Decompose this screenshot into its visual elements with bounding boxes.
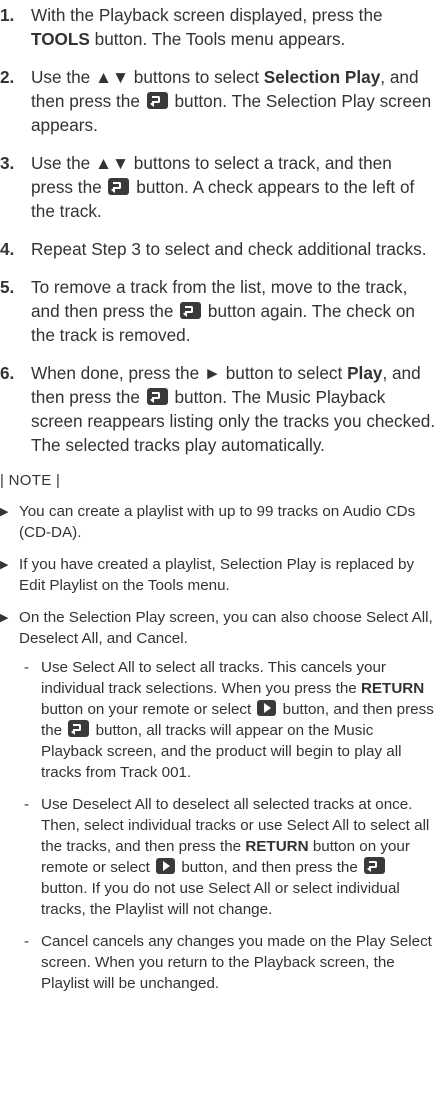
bullet-icon: ▶ — [0, 612, 9, 624]
text-run: Cancel cancels any changes you made on t… — [41, 933, 432, 992]
steps-list: 1. With the Playback screen displayed, p… — [0, 3, 436, 457]
step-number: 3. — [0, 153, 15, 173]
enter-icon — [364, 857, 386, 874]
step-text: To remove a track from the list, move to… — [31, 275, 436, 347]
play-icon — [156, 858, 176, 874]
sub-item-deselect-all: - Use Deselect All to deselect all selec… — [19, 794, 436, 920]
text-run: button. The Tools menu appears. — [89, 29, 346, 49]
step-text: With the Playback screen displayed, pres… — [31, 3, 436, 51]
text-run: button, all tracks will appear on the Mu… — [41, 722, 402, 781]
step-number: 5. — [0, 277, 15, 297]
selection-play-label: Selection Play — [263, 67, 381, 87]
return-button-label: RETURN — [360, 680, 425, 697]
sub-text: Cancel cancels any changes you made on t… — [41, 931, 436, 994]
text-run: With the Playback screen displayed, pres… — [31, 5, 383, 25]
note-item: ▶ On the Selection Play screen, you can … — [0, 607, 436, 1005]
step-number: 1. — [0, 5, 15, 25]
dash-marker: - — [24, 659, 30, 676]
text-run: When done, press the ► button to select — [31, 363, 348, 383]
enter-icon — [146, 388, 168, 405]
enter-icon — [108, 178, 130, 195]
sub-text: Use Deselect All to deselect all selecte… — [41, 794, 436, 920]
note-text: You can create a playlist with up to 99 … — [19, 503, 416, 541]
note-text-block: On the Selection Play screen, you can al… — [19, 607, 436, 1005]
play-icon — [257, 700, 277, 716]
step-text: Use the ▲▼ buttons to select a track, an… — [31, 151, 436, 223]
text-run: button, and then press the — [177, 859, 363, 876]
note-item: ▶ If you have created a playlist, Select… — [0, 554, 436, 596]
step-number: 2. — [0, 67, 15, 87]
enter-icon — [146, 92, 168, 109]
step-number: 6. — [0, 363, 15, 383]
sub-list: - Use Select All to select all tracks. T… — [19, 657, 436, 994]
tools-button-label: TOOLS — [31, 29, 90, 49]
note-text: On the Selection Play screen, you can al… — [19, 609, 433, 647]
text-run: Repeat Step 3 to select and check additi… — [31, 239, 427, 259]
return-button-label: RETURN — [245, 838, 309, 855]
step-3: 3. Use the ▲▼ buttons to select a track,… — [0, 151, 436, 223]
text-run: Use the ▲▼ buttons to select — [31, 67, 264, 87]
manual-page: 1. With the Playback screen displayed, p… — [0, 0, 444, 1114]
dash-marker: - — [24, 933, 30, 950]
note-list: ▶ You can create a playlist with up to 9… — [0, 501, 436, 1005]
step-5: 5. To remove a track from the list, move… — [0, 275, 436, 347]
text-run: button on your remote or select — [41, 701, 256, 718]
enter-icon — [180, 302, 202, 319]
note-heading: | NOTE | — [0, 472, 61, 489]
note-text: If you have created a playlist, Selectio… — [19, 556, 415, 594]
play-label: Play — [347, 363, 383, 383]
step-2: 2. Use the ▲▼ buttons to select Selectio… — [0, 65, 436, 137]
step-6: 6. When done, press the ► button to sele… — [0, 361, 436, 457]
sub-text: Use Select All to select all tracks. Thi… — [41, 657, 436, 783]
step-text: Repeat Step 3 to select and check additi… — [31, 237, 436, 261]
bullet-icon: ▶ — [0, 559, 9, 571]
text-run: Use Select All to select all tracks. Thi… — [41, 659, 386, 697]
step-4: 4. Repeat Step 3 to select and check add… — [0, 237, 436, 261]
sub-item-select-all: - Use Select All to select all tracks. T… — [19, 657, 436, 783]
step-text: When done, press the ► button to select … — [31, 361, 436, 457]
step-1: 1. With the Playback screen displayed, p… — [0, 3, 436, 51]
bullet-icon: ▶ — [0, 506, 9, 518]
enter-icon — [68, 720, 90, 737]
step-text: Use the ▲▼ buttons to select Selection P… — [31, 65, 436, 137]
note-item: ▶ You can create a playlist with up to 9… — [0, 501, 436, 543]
sub-item-cancel: - Cancel cancels any changes you made on… — [19, 931, 436, 994]
dash-marker: - — [24, 796, 30, 813]
text-run: button. If you do not use Select All or … — [41, 880, 400, 918]
step-number: 4. — [0, 239, 15, 259]
